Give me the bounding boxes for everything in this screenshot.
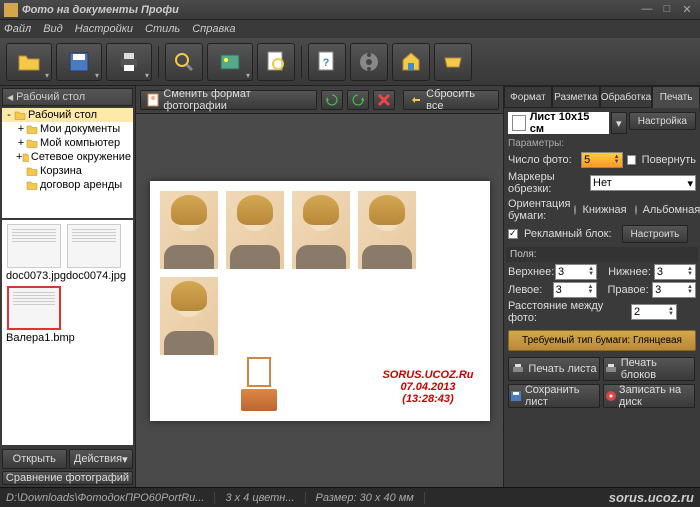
menubar: Файл Вид Настройки Стиль Справка [0, 20, 700, 38]
statusbar: D:\Downloads\ФотодокПРО60PortRu... 3 x 4… [0, 487, 700, 507]
menu-style[interactable]: Стиль [145, 23, 180, 35]
left-panel: Рабочий стол -Рабочий стол+Мои документы… [0, 86, 136, 487]
spacing-input[interactable]: 2▲▼ [631, 304, 677, 320]
orientation-portrait-radio[interactable] [574, 205, 576, 215]
minimize-button[interactable]: — [638, 3, 656, 17]
status-color: 3 x 4 цветн... [225, 492, 305, 504]
tab-format[interactable]: Формат [504, 86, 552, 108]
paper-format-select[interactable]: Лист 10x15 см [508, 112, 609, 134]
change-format-button[interactable]: Сменить формат фотографии [140, 90, 317, 110]
preview-photo [160, 191, 218, 269]
tree-item[interactable]: договор аренды [2, 178, 133, 192]
center-panel: Сменить формат фотографии Сбросить все S… [136, 86, 503, 487]
video-button[interactable] [350, 43, 388, 81]
svg-text:?: ? [323, 57, 330, 69]
orientation-label: Ориентация бумаги: [508, 198, 570, 222]
tree-item[interactable]: +Мои документы [2, 122, 133, 136]
menu-view[interactable]: Вид [43, 23, 63, 35]
settings-button[interactable]: Настройка [629, 112, 696, 130]
thumbnail-list[interactable]: doc0073.jpgdoc0074.jpgВалера1.bmp [2, 220, 133, 445]
save-sheet-button[interactable]: Сохранить лист [508, 384, 600, 408]
close-button[interactable]: ✕ [678, 3, 696, 17]
menu-help[interactable]: Справка [192, 23, 235, 35]
compare-button[interactable]: Сравнение фотографий [2, 471, 133, 485]
print-sheet-button[interactable]: Печать листа [508, 357, 600, 381]
preview-photo [292, 191, 350, 269]
reset-all-button[interactable]: Сбросить все [403, 90, 499, 110]
menu-file[interactable]: Файл [4, 23, 31, 35]
rotate-left-button[interactable] [321, 90, 343, 110]
paper-requirement: Требуемый тип бумаги: Глянцевая [508, 330, 696, 351]
thumbnail[interactable]: doc0073.jpg [6, 224, 62, 282]
open-folder-button[interactable] [6, 43, 52, 81]
ad-icon [235, 355, 283, 411]
num-photos-input[interactable]: 5▲▼ [581, 152, 622, 168]
window-title: Фото на документы Профи [22, 4, 636, 16]
tab-print[interactable]: Печать [652, 86, 700, 108]
adblock-configure-button[interactable]: Настроить [622, 225, 689, 243]
print-blocks-button[interactable]: Печать блоков [603, 357, 695, 381]
rotate-right-button[interactable] [347, 90, 369, 110]
titlebar: Фото на документы Профи — □ ✕ [0, 0, 700, 20]
maximize-button[interactable]: □ [658, 3, 676, 17]
actions-button[interactable]: Действия ▾ [69, 449, 134, 469]
margin-bottom-input[interactable]: 3▲▼ [654, 264, 696, 280]
crop-markers-label: Маркеры обрезки: [508, 171, 586, 195]
orientation-landscape-radio[interactable] [635, 205, 637, 215]
thumbnail[interactable]: doc0074.jpg [66, 224, 122, 282]
num-photos-label: Число фото: [508, 154, 577, 166]
tab-layout[interactable]: Разметка [552, 86, 600, 108]
rotate-label: Повернуть [642, 154, 696, 166]
app-icon [4, 3, 18, 17]
margin-top-input[interactable]: 3▲▼ [555, 264, 597, 280]
adblock-checkbox[interactable] [508, 229, 518, 239]
tab-processing[interactable]: Обработка [600, 86, 652, 108]
tabs: Формат Разметка Обработка Печать [504, 86, 700, 108]
preview-photo [160, 277, 218, 355]
preview-canvas: SORUS.UCOZ.Ru 07.04.2013 (13:28:43) [136, 114, 503, 487]
margin-left-input[interactable]: 3▲▼ [553, 282, 597, 298]
folder-tree[interactable]: -Рабочий стол+Мои документы+Мой компьюте… [2, 108, 133, 218]
status-path: D:\Downloads\ФотодокПРО60PortRu... [6, 492, 215, 504]
rotate-checkbox[interactable] [627, 155, 636, 165]
status-size: Размер: 30 x 40 мм [316, 492, 425, 504]
folder-header[interactable]: Рабочий стол [2, 88, 133, 106]
paper-format-dropdown[interactable]: ▾ [611, 112, 627, 134]
tree-item[interactable]: -Рабочий стол [2, 108, 133, 122]
center-toolbar: Сменить формат фотографии Сбросить все [136, 86, 503, 114]
search-sheet-button[interactable] [257, 43, 295, 81]
magnify-button[interactable] [165, 43, 203, 81]
ad-text: SORUS.UCOZ.Ru 07.04.2013 (13:28:43) [382, 369, 473, 405]
tree-item[interactable]: +Сетевое окружение [2, 150, 133, 164]
preview-photo [226, 191, 284, 269]
image-tool-button[interactable] [207, 43, 253, 81]
right-panel: Формат Разметка Обработка Печать Лист 10… [503, 86, 700, 487]
adblock-label: Рекламный блок: [524, 228, 612, 240]
main-toolbar: ? [0, 38, 700, 86]
params-label: Параметры: [508, 138, 696, 149]
preview-photo [358, 191, 416, 269]
delete-button[interactable] [373, 90, 395, 110]
crop-markers-select[interactable]: Нет▾ [590, 175, 696, 191]
tree-item[interactable]: Корзина [2, 164, 133, 178]
cart-button[interactable] [434, 43, 472, 81]
burn-disc-button[interactable]: Записать на диск [603, 384, 695, 408]
print-button[interactable] [106, 43, 152, 81]
help-button[interactable]: ? [308, 43, 346, 81]
thumbnail[interactable]: Валера1.bmp [6, 286, 62, 344]
margin-right-input[interactable]: 3▲▼ [652, 282, 696, 298]
open-button[interactable]: Открыть [2, 449, 67, 469]
menu-settings[interactable]: Настройки [75, 23, 133, 35]
save-button[interactable] [56, 43, 102, 81]
tree-item[interactable]: +Мой компьютер [2, 136, 133, 150]
print-sheet: SORUS.UCOZ.Ru 07.04.2013 (13:28:43) [150, 181, 490, 421]
brand: sorus.ucoz.ru [609, 490, 694, 505]
home-button[interactable] [392, 43, 430, 81]
margins-header: Поля: [506, 247, 698, 262]
